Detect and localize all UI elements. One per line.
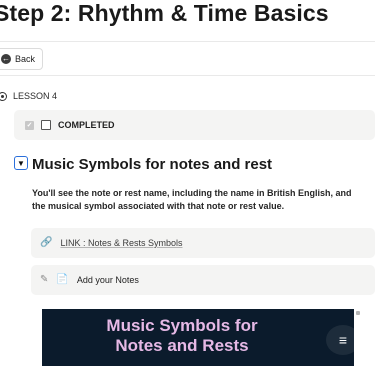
resource-link[interactable]: LINK : Notes & Rests Symbols	[60, 238, 182, 248]
edit-icon: ✎	[40, 274, 49, 285]
link-card[interactable]: 🔗 LINK : Notes & Rests Symbols	[31, 228, 375, 258]
section-description: You'll see the note or rest name, includ…	[32, 188, 352, 211]
notes-card[interactable]: ✎ 📄 Add your Notes	[31, 265, 375, 295]
note-icon: 📄	[56, 274, 69, 285]
lesson-target-icon	[0, 91, 7, 101]
scrollbar-handle[interactable]	[356, 311, 360, 315]
section-title: Music Symbols for notes and rest	[32, 156, 273, 173]
completed-label: COMPLETED	[58, 120, 115, 130]
menu-icon: ≡	[338, 332, 348, 348]
completed-checkbox[interactable]	[41, 120, 51, 130]
back-button-label: Back	[15, 54, 36, 64]
video-title: Music Symbols for Notes and Rests	[42, 316, 322, 356]
completed-check-icon: ✓	[25, 120, 34, 130]
page-title: Step 2: Rhythm & Time Basics	[0, 0, 329, 26]
video-title-line2: Notes and Rests	[115, 336, 249, 355]
video-menu-button[interactable]: ≡	[326, 325, 354, 355]
add-notes-label: Add your Notes	[76, 275, 139, 285]
lesson-label: LESSON 4	[13, 91, 58, 101]
video-embed[interactable]: Music Symbols for Notes and Rests ≡	[42, 309, 354, 366]
video-title-line1: Music Symbols for	[106, 316, 258, 335]
divider	[0, 41, 375, 42]
arrow-left-icon: ←	[1, 54, 11, 64]
link-icon: 🔗	[40, 237, 53, 248]
section-toggle-button[interactable]: ▼	[14, 156, 28, 170]
completed-status: ✓ COMPLETED	[14, 110, 375, 140]
divider	[0, 75, 375, 76]
back-button[interactable]: ← Back	[0, 48, 44, 70]
triangle-down-icon: ▼	[17, 158, 25, 168]
lesson-header: LESSON 4	[0, 91, 57, 101]
